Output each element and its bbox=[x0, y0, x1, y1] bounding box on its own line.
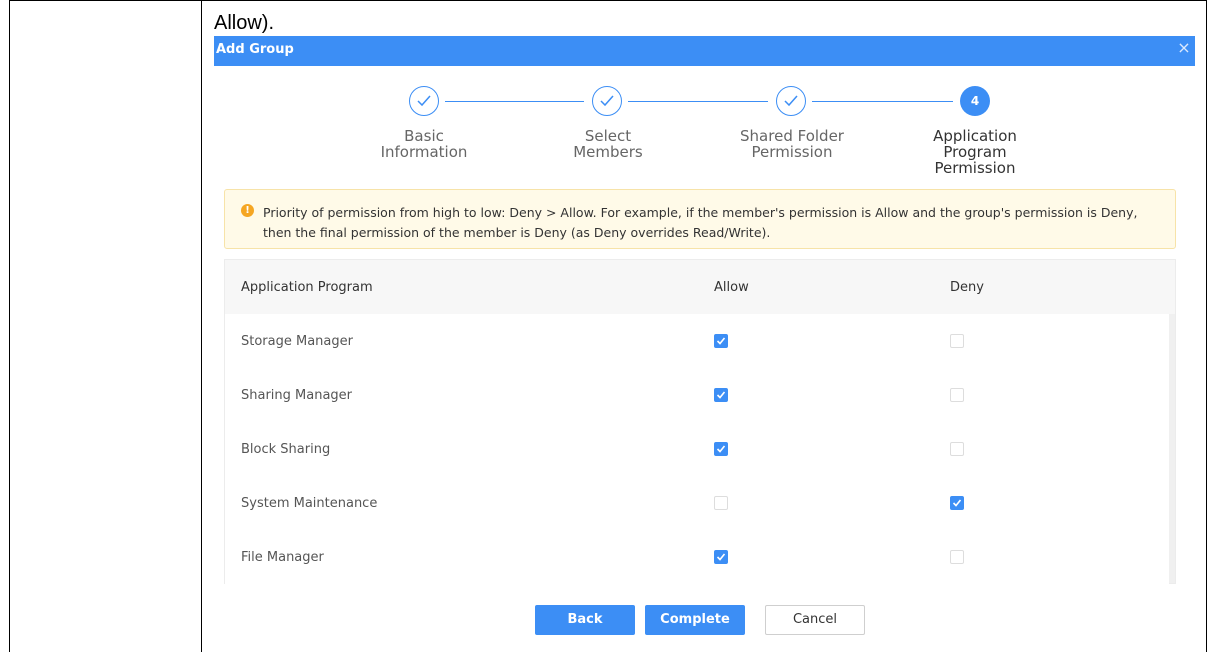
cancel-button[interactable]: Cancel bbox=[765, 605, 865, 635]
warning-icon: ! bbox=[241, 204, 254, 217]
program-name: Sharing Manager bbox=[241, 388, 353, 403]
step-1-label: Basic Information bbox=[380, 127, 468, 161]
step-4-label: Application Program Permission bbox=[933, 127, 1017, 177]
step-connector bbox=[812, 101, 953, 102]
table-row: Sharing Manager bbox=[225, 368, 1169, 423]
table-row: Storage Manager bbox=[225, 314, 1169, 369]
allow-checkbox[interactable] bbox=[714, 550, 728, 564]
allow-checkbox[interactable] bbox=[714, 334, 728, 348]
deny-checkbox[interactable] bbox=[950, 550, 964, 564]
program-name: System Maintenance bbox=[241, 496, 378, 511]
priority-notice: ! Priority of permission from high to lo… bbox=[224, 189, 1176, 249]
step-connector bbox=[628, 101, 768, 102]
step-1-check-icon bbox=[409, 86, 439, 116]
notice-text: Priority of permission from high to low:… bbox=[263, 205, 1138, 240]
step-2-check-icon bbox=[592, 86, 622, 116]
deny-checkbox[interactable] bbox=[950, 496, 964, 510]
deny-checkbox[interactable] bbox=[950, 442, 964, 456]
step-4-current: 4 bbox=[960, 86, 990, 116]
dialog-titlebar: Add Group × bbox=[214, 36, 1195, 66]
header-deny: Deny bbox=[950, 280, 984, 295]
back-button[interactable]: Back bbox=[535, 605, 635, 635]
dialog-title: Add Group bbox=[216, 42, 294, 57]
allow-checkbox[interactable] bbox=[714, 442, 728, 456]
deny-checkbox[interactable] bbox=[950, 388, 964, 402]
complete-button[interactable]: Complete bbox=[645, 605, 745, 635]
wizard-stepper: 4 Basic Information Select Members Share… bbox=[214, 86, 1195, 186]
close-icon[interactable]: × bbox=[1175, 39, 1193, 57]
table-row: Block Sharing bbox=[225, 422, 1169, 477]
step-2-label: Select Members bbox=[573, 127, 643, 161]
permission-table: Application Program Allow Deny Storage M… bbox=[224, 259, 1176, 584]
table-row: System Maintenance bbox=[225, 476, 1169, 531]
step-4-number: 4 bbox=[970, 94, 980, 108]
caption-text: Allow). bbox=[214, 12, 275, 34]
table-scrollbar[interactable] bbox=[1169, 314, 1175, 583]
allow-checkbox[interactable] bbox=[714, 388, 728, 402]
table-row: File Manager bbox=[225, 530, 1169, 584]
header-application-program: Application Program bbox=[241, 280, 373, 295]
table-column-divider bbox=[201, 0, 202, 652]
step-3-label: Shared Folder Permission bbox=[740, 127, 844, 161]
deny-checkbox[interactable] bbox=[950, 334, 964, 348]
step-connector bbox=[445, 101, 584, 102]
program-name: Block Sharing bbox=[241, 442, 331, 457]
program-name: Storage Manager bbox=[241, 334, 353, 349]
table-header: Application Program Allow Deny bbox=[225, 260, 1175, 315]
step-3-check-icon bbox=[776, 86, 806, 116]
program-name: File Manager bbox=[241, 550, 324, 565]
allow-checkbox[interactable] bbox=[714, 496, 728, 510]
header-allow: Allow bbox=[714, 280, 749, 295]
